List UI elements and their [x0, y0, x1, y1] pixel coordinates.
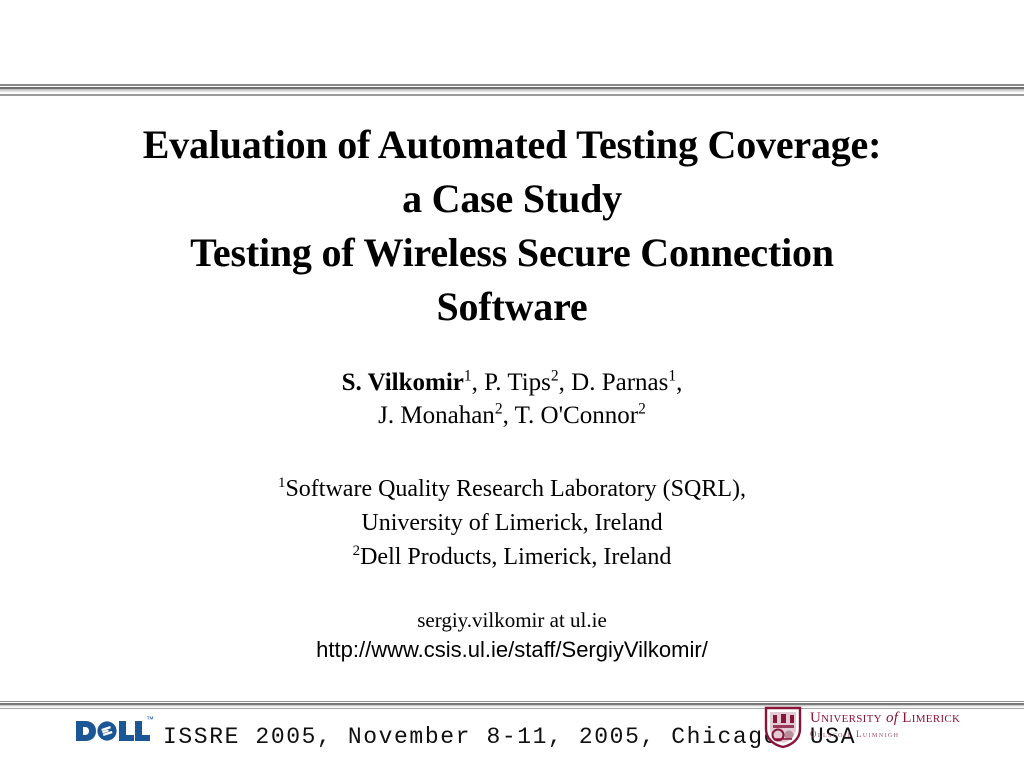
author-affiliation-marker-d: 2 — [494, 400, 503, 418]
university-of-limerick-logo: University of Limerick Ollscoil Luimnigh — [762, 704, 980, 752]
affiliation-list: 1Software Quality Research Laboratory (S… — [0, 472, 1024, 574]
header-divider-rule — [0, 83, 1024, 98]
affiliation-2-text: Dell Products, Limerick, Ireland — [360, 544, 672, 570]
author-affiliation-marker-b: 2 — [550, 367, 559, 385]
author-list: S. Vilkomir1, P. Tips2, D. Parnas1, J. M… — [0, 366, 1024, 432]
title-line-3: Testing of Wireless Secure Connection — [190, 230, 834, 275]
author-line-1: S. Vilkomir1, P. Tips2, D. Parnas1, — [0, 366, 1024, 399]
author-text-d: J. Monahan — [378, 402, 495, 429]
ul-name-limerick: Limerick — [902, 710, 961, 726]
ul-name-of: of — [885, 710, 899, 726]
slide-title: Evaluation of Automated Testing Coverage… — [0, 118, 1024, 334]
title-line-1: Evaluation of Automated Testing Coverage… — [142, 122, 882, 167]
ul-wordmark: University of Limerick Ollscoil Luimnigh — [810, 710, 980, 739]
dell-trademark-mark: ™ — [146, 715, 154, 724]
ul-irish-name-text: Ollscoil Luimnigh — [810, 729, 900, 739]
title-line-4: Software — [436, 284, 588, 329]
affiliation-2-marker: 2 — [352, 543, 361, 559]
ul-shield-icon — [764, 706, 802, 749]
conference-footer-text: ISSRE 2005, November 8-11, 2005, Chicago… — [163, 724, 857, 750]
affiliation-2-line-1: 2Dell Products, Limerick, Ireland — [0, 540, 1024, 574]
author-affiliation-marker-c: 1 — [668, 367, 677, 385]
author-affiliation-marker-e: 2 — [638, 400, 646, 418]
author-text-a: , P. Tips — [471, 369, 551, 396]
contact-url[interactable]: http://www.csis.ul.ie/staff/SergiyVilkom… — [0, 635, 1024, 665]
contact-email: sergiy.vilkomir at ul.ie — [417, 608, 607, 632]
author-text-c: , — [676, 369, 683, 396]
affiliation-1-line-2: University of Limerick, Ireland — [361, 510, 663, 536]
affiliation-1-text: Software Quality Research Laboratory (SQ… — [285, 476, 746, 502]
author-line-2: J. Monahan2, T. O'Connor2 — [0, 399, 1024, 432]
lead-author-name: S. Vilkomir — [341, 369, 464, 396]
ul-name-text: University of Limerick — [810, 710, 980, 727]
author-text-e: , T. O'Connor — [502, 402, 639, 429]
affiliation-1-line-1: 1Software Quality Research Laboratory (S… — [0, 472, 1024, 506]
title-line-2: a Case Study — [402, 176, 622, 221]
ul-crest-icon — [762, 705, 804, 749]
ul-name-university: University — [810, 710, 882, 726]
author-text-b: , D. Parnas — [558, 369, 669, 396]
contact-info: sergiy.vilkomir at ul.ie http://www.csis… — [0, 606, 1024, 665]
lead-author-affiliation-marker: 1 — [463, 367, 472, 385]
